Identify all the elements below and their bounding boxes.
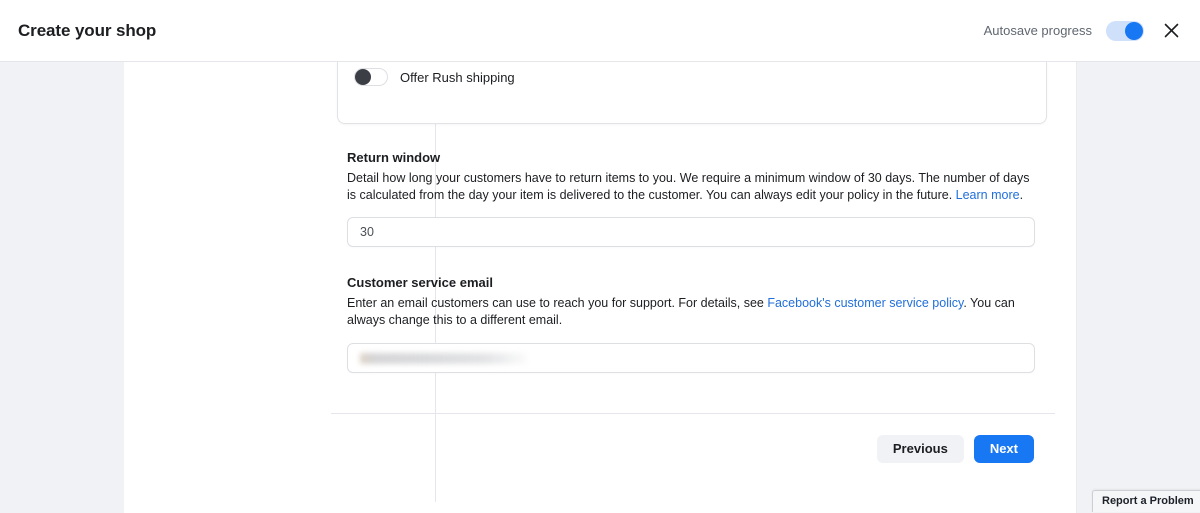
dialog-footer: Previous Next [331,414,1055,463]
dialog-header: Create your shop Autosave progress [0,0,1200,62]
return-window-input[interactable]: 30 [347,217,1035,247]
close-icon [1164,23,1179,38]
previous-button[interactable]: Previous [877,435,964,463]
page-title: Create your shop [18,21,156,41]
customer-service-email-title: Customer service email [347,275,1055,290]
left-background-gutter [0,62,124,513]
return-window-input-value: 30 [360,225,374,239]
rush-shipping-toggle[interactable] [354,68,388,86]
dialog-body: Offer Rush shipping Return window Detail… [0,62,1200,513]
report-problem-button[interactable]: Report a Problem [1092,490,1200,512]
customer-service-email-description: Enter an email customers can use to reac… [347,295,1037,329]
return-window-description-text: Detail how long your customers have to r… [347,171,1030,202]
close-button[interactable] [1160,20,1182,42]
return-window-description-tail: . [1020,188,1023,202]
return-window-section: Return window Detail how long your custo… [331,150,1055,247]
redacted-email-value [360,353,528,364]
right-background-gutter [1076,62,1200,513]
rush-shipping-toggle-knob [355,69,371,85]
create-shop-dialog: Create your shop Autosave progress [0,0,1200,513]
learn-more-link[interactable]: Learn more [956,188,1020,202]
autosave-toggle-knob [1125,22,1143,40]
return-window-description: Detail how long your customers have to r… [347,170,1037,204]
next-button[interactable]: Next [974,435,1034,463]
rush-shipping-label: Offer Rush shipping [400,70,515,85]
customer-service-email-description-text: Enter an email customers can use to reac… [347,296,767,310]
form-column: Offer Rush shipping Return window Detail… [331,62,1055,463]
header-actions: Autosave progress [984,20,1182,42]
customer-service-email-section: Customer service email Enter an email cu… [331,275,1055,373]
customer-service-policy-link[interactable]: Facebook's customer service policy [767,296,963,310]
customer-service-email-input[interactable] [347,343,1035,373]
autosave-toggle[interactable] [1106,21,1144,41]
rush-shipping-row[interactable]: Offer Rush shipping [338,62,1046,86]
autosave-label: Autosave progress [984,23,1092,38]
shipping-options-card: Offer Rush shipping [337,62,1047,124]
return-window-title: Return window [347,150,1055,165]
